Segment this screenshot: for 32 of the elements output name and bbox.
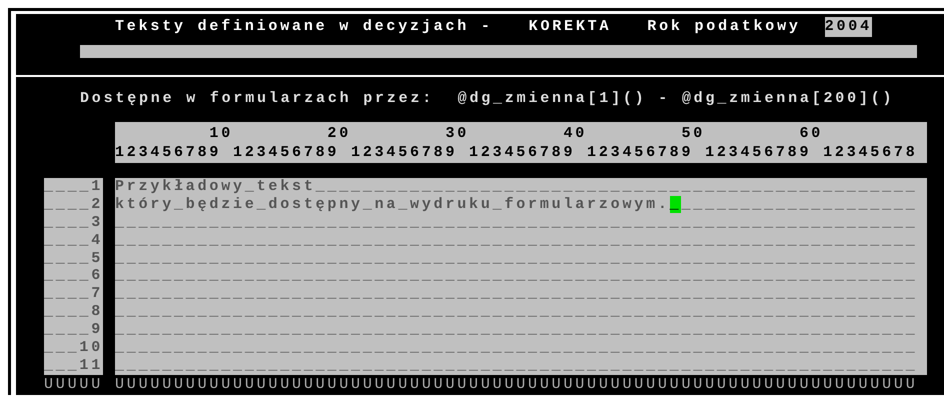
text-line[interactable]: ____________________________________________________________________ (115, 214, 927, 232)
window-title: Teksty definiowane w decyzjach - (115, 17, 493, 37)
text-line[interactable]: Przykładowy_tekst___________________________________________________ (115, 178, 927, 196)
line-number: ____3 (44, 214, 103, 232)
line-number: ___10 (44, 339, 103, 357)
text-line[interactable]: ____________________________________________________________________ (115, 267, 927, 286)
line-number: ____6 (44, 267, 103, 286)
text-line[interactable]: ____________________________________________________________________ (115, 321, 927, 340)
footer-marks: UUUUUUUUUUUUUUUUUUUUUUUUUUUUUUUUUUUUUUUUUUUUUUUUUUUUUUUUUUUUUUUUUUUU (115, 376, 918, 393)
text-cursor: _ (670, 196, 682, 213)
text-line[interactable]: ____________________________________________________________________ (115, 250, 927, 268)
text-line[interactable]: ____________________________________________________________________ (115, 356, 927, 375)
year-label: Rok podatkowy (647, 17, 801, 37)
text-line[interactable]: ____________________________________________________________________ (115, 303, 927, 322)
line-number: ____1 (44, 178, 103, 196)
info-text: Dostępne w formularzach przez: @dg_zmienna[1]() - @dg_zmienna[200]() (80, 89, 896, 109)
mode-label: KOREKTA (528, 17, 612, 37)
text-line[interactable]: ____________________________________________________________________ (115, 232, 927, 250)
text-line[interactable]: który_będzie_dostępny_na_wydruku_formularzowym._____________________ (115, 196, 927, 214)
line-number: ____5 (44, 250, 103, 268)
year-field[interactable]: 2004 (824, 17, 872, 37)
line-number: ____4 (44, 232, 103, 250)
column-ruler: 10 20 30 40 50 60 123456789 123456789 123456789 123456789 123456789 123456789 12345678 (115, 122, 927, 163)
line-number: ____9 (44, 321, 103, 340)
text-line[interactable]: ____________________________________________________________________ (115, 285, 927, 304)
line-number: ___11 (44, 356, 103, 375)
footer-marks: UUUUU (44, 376, 103, 393)
line-number: ____2 (44, 196, 103, 214)
line-number: ____7 (44, 285, 103, 304)
text-editor-area[interactable] (115, 178, 927, 375)
text-line[interactable]: ____________________________________________________________________ (115, 339, 927, 357)
line-number: ____8 (44, 303, 103, 322)
